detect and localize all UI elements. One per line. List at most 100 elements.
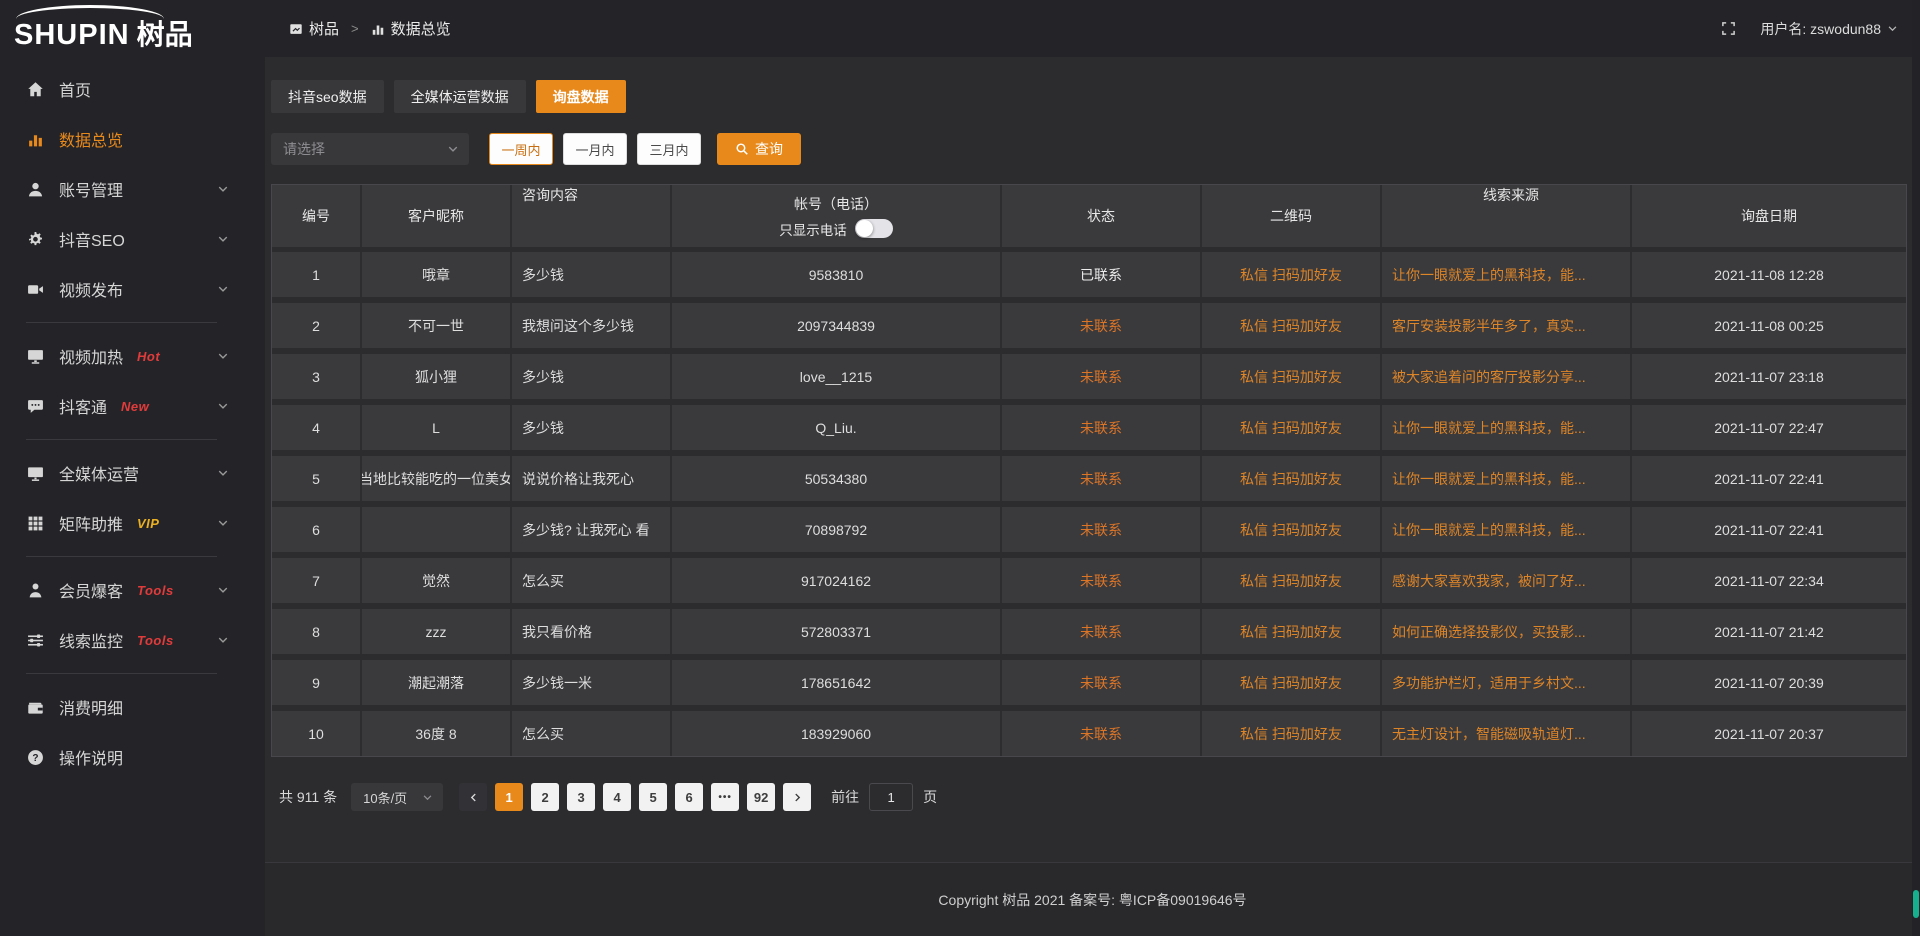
gear-icon: [26, 231, 44, 248]
cell-source-link[interactable]: 让你一眼就爱上的黑科技，能...: [1382, 456, 1632, 501]
sidebar-item-operation-guide[interactable]: ?操作说明: [0, 732, 265, 782]
cell-status: 未联系: [1002, 660, 1202, 705]
sidebar-item-label: 数据总览: [59, 127, 123, 151]
cell-qrcode-link[interactable]: 私信 扫码加好友: [1202, 303, 1382, 348]
sidebar-item-home[interactable]: 首页: [0, 64, 265, 114]
cell-source-link[interactable]: 无主灯设计，智能磁吸轨道灯...: [1382, 711, 1632, 756]
cell-source-link[interactable]: 让你一眼就爱上的黑科技，能...: [1382, 252, 1632, 297]
page-button-92[interactable]: 92: [747, 783, 775, 811]
chevron-down-icon: [422, 792, 433, 803]
breadcrumb-item-current: 数据总览: [391, 18, 451, 39]
tab-inquiry-data[interactable]: 询盘数据: [536, 80, 626, 113]
sidebar-item-consumption-detail[interactable]: 消费明细: [0, 682, 265, 732]
goto-page-input[interactable]: [869, 783, 913, 811]
copyright-text: Copyright 树品 2021 备案号: 粤ICP备09019646号: [938, 890, 1246, 910]
prev-page-button[interactable]: [459, 783, 487, 811]
cell-source-link[interactable]: 如何正确选择投影仪，买投影...: [1382, 609, 1632, 654]
fullscreen-icon[interactable]: [1721, 21, 1736, 36]
cell-content: 怎么买: [512, 711, 672, 756]
sidebar-item-account-management[interactable]: 账号管理: [0, 164, 265, 214]
main-content: 抖音seo数据全媒体运营数据询盘数据 请选择 一周内一月内三月内 查询 编号客户…: [265, 57, 1912, 862]
cell-source-link[interactable]: 多功能护栏灯，适用于乡村文...: [1382, 660, 1632, 705]
page-ellipsis[interactable]: •••: [711, 783, 739, 811]
sidebar-item-douketong[interactable]: 抖客通New: [0, 381, 265, 431]
sidebar-item-matrix-boost[interactable]: 矩阵助推VIP: [0, 498, 265, 548]
scrollbar[interactable]: [1912, 0, 1920, 936]
cell-source-link[interactable]: 让你一眼就爱上的黑科技，能...: [1382, 507, 1632, 552]
sidebar-item-member-baoke[interactable]: 会员爆客Tools: [0, 565, 265, 615]
cell-status: 未联系: [1002, 507, 1202, 552]
breadcrumb: 树品 > 数据总览: [289, 18, 451, 39]
period-button-2[interactable]: 三月内: [637, 133, 701, 165]
sidebar-item-data-overview[interactable]: 数据总览: [0, 114, 265, 164]
cell-qrcode-link[interactable]: 私信 扫码加好友: [1202, 660, 1382, 705]
chart-bar-icon: [371, 22, 385, 36]
cell-qrcode-link[interactable]: 私信 扫码加好友: [1202, 456, 1382, 501]
filter-select[interactable]: 请选择: [271, 133, 469, 165]
cell-qrcode-link[interactable]: 私信 扫码加好友: [1202, 252, 1382, 297]
cell-id: 1: [272, 252, 362, 297]
table-row: 9潮起潮落多少钱一米178651642未联系私信 扫码加好友多功能护栏灯，适用于…: [272, 660, 1906, 705]
scrollbar-thumb[interactable]: [1913, 890, 1919, 918]
tab-douyin-seo-data[interactable]: 抖音seo数据: [271, 80, 384, 113]
cell-qrcode-link[interactable]: 私信 扫码加好友: [1202, 507, 1382, 552]
cell-date: 2021-11-07 21:42: [1632, 609, 1906, 654]
cell-date: 2021-11-07 22:41: [1632, 507, 1906, 552]
sidebar-item-clue-monitor[interactable]: 线索监控Tools: [0, 615, 265, 665]
user-menu[interactable]: 用户名: zswodun88: [1760, 19, 1898, 39]
top-header: 树品 > 数据总览 用户名: zswodun88: [265, 0, 1920, 57]
column-header-0: 编号: [272, 185, 362, 247]
page-button-4[interactable]: 4: [603, 783, 631, 811]
cell-source-link[interactable]: 让你一眼就爱上的黑科技，能...: [1382, 405, 1632, 450]
monitor-icon: [26, 465, 44, 482]
sidebar-item-badge: Hot: [137, 349, 160, 364]
cell-qrcode-link[interactable]: 私信 扫码加好友: [1202, 354, 1382, 399]
table-row: 4L多少钱Q_Liu.未联系私信 扫码加好友让你一眼就爱上的黑科技，能...20…: [272, 405, 1906, 450]
phone-toggle[interactable]: [855, 219, 893, 238]
cell-status: 未联系: [1002, 609, 1202, 654]
page-button-6[interactable]: 6: [675, 783, 703, 811]
sidebar-divider: [26, 322, 217, 323]
cell-source-link[interactable]: 客厅安装投影半年多了，真实...: [1382, 303, 1632, 348]
cell-qrcode-link[interactable]: 私信 扫码加好友: [1202, 558, 1382, 603]
page-button-5[interactable]: 5: [639, 783, 667, 811]
period-button-0[interactable]: 一周内: [489, 133, 553, 165]
home-icon: [26, 81, 44, 98]
sidebar-menu: 首页数据总览账号管理抖音SEO视频发布视频加热Hot抖客通New 全媒体运营矩阵助…: [0, 57, 265, 782]
page-button-1[interactable]: 1: [495, 783, 523, 811]
svg-text:?: ?: [32, 752, 38, 763]
page-button-3[interactable]: 3: [567, 783, 595, 811]
cell-account: 183929060: [672, 711, 1002, 756]
cell-status: 未联系: [1002, 456, 1202, 501]
cell-qrcode-link[interactable]: 私信 扫码加好友: [1202, 609, 1382, 654]
chevron-down-icon: [217, 283, 229, 295]
tab-media-operation-data[interactable]: 全媒体运营数据: [394, 80, 526, 113]
sidebar-divider: [26, 556, 217, 557]
app-logo: SHUPIN树品: [0, 0, 265, 57]
cell-nickname: L: [362, 405, 512, 450]
sidebar-item-media-operation[interactable]: 全媒体运营: [0, 448, 265, 498]
cell-account: 9583810: [672, 252, 1002, 297]
username-label: 用户名: zswodun88: [1760, 19, 1881, 39]
logo-text-cn: 树品: [137, 19, 193, 50]
grid-icon: [26, 515, 44, 532]
cell-source-link[interactable]: 感谢大家喜欢我家，被问了好...: [1382, 558, 1632, 603]
cell-source-link[interactable]: 被大家追着问的客厅投影分享...: [1382, 354, 1632, 399]
breadcrumb-item-app[interactable]: 树品: [309, 18, 339, 39]
period-button-1[interactable]: 一月内: [563, 133, 627, 165]
inquiry-table: 编号客户昵称咨询内容帐号（电话）只显示电话状态二维码线索来源询盘日期 1哦章多少…: [271, 184, 1907, 757]
cell-date: 2021-11-07 22:34: [1632, 558, 1906, 603]
cell-account: 917024162: [672, 558, 1002, 603]
cell-id: 5: [272, 456, 362, 501]
cell-content: 我想问这个多少钱: [512, 303, 672, 348]
sidebar-item-douyin-seo[interactable]: 抖音SEO: [0, 214, 265, 264]
cell-status: 未联系: [1002, 405, 1202, 450]
sidebar-item-video-heat[interactable]: 视频加热Hot: [0, 331, 265, 381]
next-page-button[interactable]: [783, 783, 811, 811]
cell-qrcode-link[interactable]: 私信 扫码加好友: [1202, 711, 1382, 756]
page-button-2[interactable]: 2: [531, 783, 559, 811]
page-size-select[interactable]: 10条/页: [351, 783, 443, 811]
cell-qrcode-link[interactable]: 私信 扫码加好友: [1202, 405, 1382, 450]
search-button[interactable]: 查询: [717, 133, 801, 165]
sidebar-item-video-publish[interactable]: 视频发布: [0, 264, 265, 314]
